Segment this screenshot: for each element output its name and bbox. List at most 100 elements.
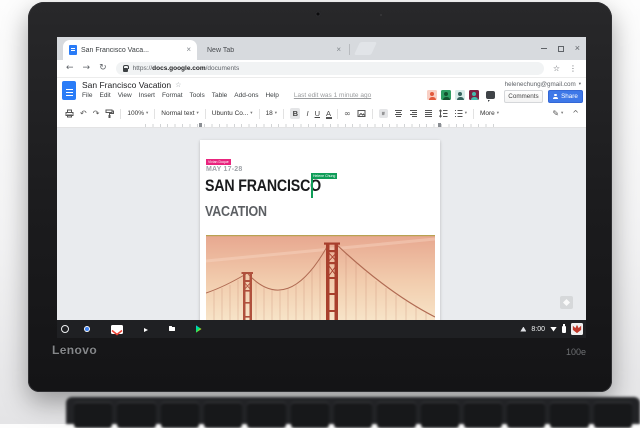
forward-icon[interactable]: → (83, 64, 91, 73)
date-line[interactable]: MAY 17-28 (206, 166, 242, 173)
share-button[interactable]: Share (548, 90, 583, 103)
keyboard (66, 397, 640, 424)
bold-button[interactable]: B (290, 108, 300, 119)
toolbar-right: ✎▾ ^ (552, 105, 579, 122)
tab-strip: San Francisco Vaca... × New Tab × × (57, 37, 586, 60)
list-button[interactable]: ▾ (454, 109, 467, 118)
avatar[interactable] (469, 90, 479, 100)
menu-tools[interactable]: Tools (190, 92, 205, 99)
account-menu[interactable]: helenechung@gmail.com ▾ (505, 81, 581, 88)
more-button[interactable]: More▾ (480, 110, 499, 117)
tab-close-icon[interactable]: × (336, 46, 341, 54)
docs-favicon (69, 45, 77, 55)
star-document-icon[interactable]: ☆ (175, 81, 181, 89)
toolbar-separator (120, 109, 121, 119)
new-tab-button[interactable] (354, 42, 377, 55)
last-edit-link[interactable]: Last edit was 1 minute ago (294, 92, 371, 99)
menu-view[interactable]: View (118, 92, 132, 99)
tab-new-tab[interactable]: New Tab × (200, 40, 348, 60)
menu-format[interactable]: Format (162, 92, 183, 99)
doc-heading-line2[interactable]: VACATION (205, 204, 267, 221)
chevron-down-icon: ▾ (465, 111, 467, 116)
back-icon[interactable]: ← (66, 64, 74, 73)
avatar[interactable] (441, 90, 451, 100)
font-size-select[interactable]: 18▾ (266, 110, 278, 117)
gmail-icon[interactable] (111, 325, 123, 334)
wifi-icon (550, 327, 557, 332)
insert-link-icon[interactable]: ∞ (344, 110, 351, 118)
font-value: Ubuntu Co... (212, 110, 249, 117)
paragraph-style-select[interactable]: Normal text▾ (161, 110, 199, 117)
menu-addons[interactable]: Add-ons (234, 92, 258, 99)
paint-format-icon[interactable] (105, 109, 114, 118)
maximize-icon[interactable] (558, 46, 564, 52)
print-icon[interactable] (65, 109, 74, 118)
user-avatar[interactable] (571, 323, 583, 335)
collaborator-cursor (311, 179, 313, 198)
docs-toolbar: ↶ ↷ 100%▾ Normal text▾ Ubuntu Co...▾ 18▾… (57, 105, 586, 122)
align-left-icon[interactable] (379, 109, 388, 118)
bookmark-star-icon[interactable]: ☆ (553, 64, 560, 73)
tab-active-docs[interactable]: San Francisco Vaca... × (63, 40, 197, 60)
style-value: Normal text (161, 110, 194, 117)
docs-app-icon[interactable] (62, 81, 76, 100)
collaborator-avatars (427, 90, 495, 100)
explore-button[interactable] (560, 296, 573, 309)
reload-icon[interactable]: ↻ (99, 64, 107, 73)
screen: San Francisco Vaca... × New Tab × × ← → … (57, 37, 586, 338)
comments-button[interactable]: Comments (504, 90, 543, 103)
font-select[interactable]: Ubuntu Co...▾ (212, 110, 253, 117)
avatar[interactable] (427, 90, 437, 100)
zoom-select[interactable]: 100%▾ (127, 110, 148, 117)
italic-button[interactable]: I (306, 110, 308, 118)
notification-icon (520, 327, 526, 332)
text-color-button[interactable]: A (326, 110, 331, 118)
align-right-icon[interactable] (409, 109, 418, 118)
close-icon[interactable]: × (575, 44, 580, 53)
tab-close-icon[interactable]: × (186, 46, 191, 54)
underline-button[interactable]: U (315, 110, 320, 118)
menu-file[interactable]: File (82, 92, 92, 99)
browser-menu-icon[interactable]: ⋮ (569, 64, 577, 73)
line-spacing-icon[interactable] (439, 109, 448, 118)
avatar[interactable] (455, 90, 465, 100)
editing-mode-button[interactable]: ✎▾ (552, 110, 563, 118)
menu-insert[interactable]: Insert (139, 92, 155, 99)
insert-image-icon[interactable] (357, 109, 366, 118)
comments-label: Comments (508, 93, 538, 100)
minimize-icon[interactable] (541, 48, 547, 50)
golden-gate-bridge-photo[interactable] (206, 235, 435, 320)
url-path: /documents (206, 65, 240, 72)
document-page[interactable]: Vivian Duque MAY 17-28 SAN FRANCISCO Hel… (200, 140, 440, 320)
redo-icon[interactable]: ↷ (93, 110, 100, 118)
chevron-down-icon: ▾ (197, 111, 199, 116)
pencil-icon: ✎ (552, 110, 559, 118)
justify-icon[interactable] (424, 109, 433, 118)
undo-icon[interactable]: ↶ (80, 110, 87, 118)
launcher-icon[interactable] (61, 325, 69, 333)
clock: 8:00 (531, 326, 545, 333)
menu-edit[interactable]: Edit (99, 92, 110, 99)
align-center-icon[interactable] (394, 109, 403, 118)
system-tray[interactable]: 8:00 (520, 320, 583, 338)
tab-label: New Tab (207, 47, 336, 54)
collaborator-flag-pink: Vivian Duque (206, 159, 231, 165)
share-label: Share (561, 93, 578, 100)
chevron-down-icon: ▾ (275, 111, 277, 116)
menu-help[interactable]: Help (265, 92, 278, 99)
collapse-menus-icon[interactable]: ^ (572, 110, 579, 118)
toolbar-separator (205, 109, 206, 119)
menu-table[interactable]: Table (212, 92, 228, 99)
omnibox[interactable]: https://docs.google.com/documents (116, 62, 544, 75)
document-title[interactable]: San Francisco Vacation (82, 80, 171, 90)
chevron-down-icon: ▾ (579, 82, 581, 87)
webcam-icon (315, 11, 321, 17)
address-bar: ← → ↻ https://docs.google.com/documents … (57, 60, 586, 78)
more-label: More (480, 110, 495, 117)
url-scheme: https:// (133, 65, 153, 72)
doc-heading-line1[interactable]: SAN FRANCISCO (205, 177, 321, 197)
chat-icon[interactable] (486, 91, 495, 99)
right-margin-marker[interactable] (438, 123, 441, 127)
lenovo-logo: Lenovo (52, 343, 97, 357)
left-margin-marker[interactable] (199, 123, 202, 127)
